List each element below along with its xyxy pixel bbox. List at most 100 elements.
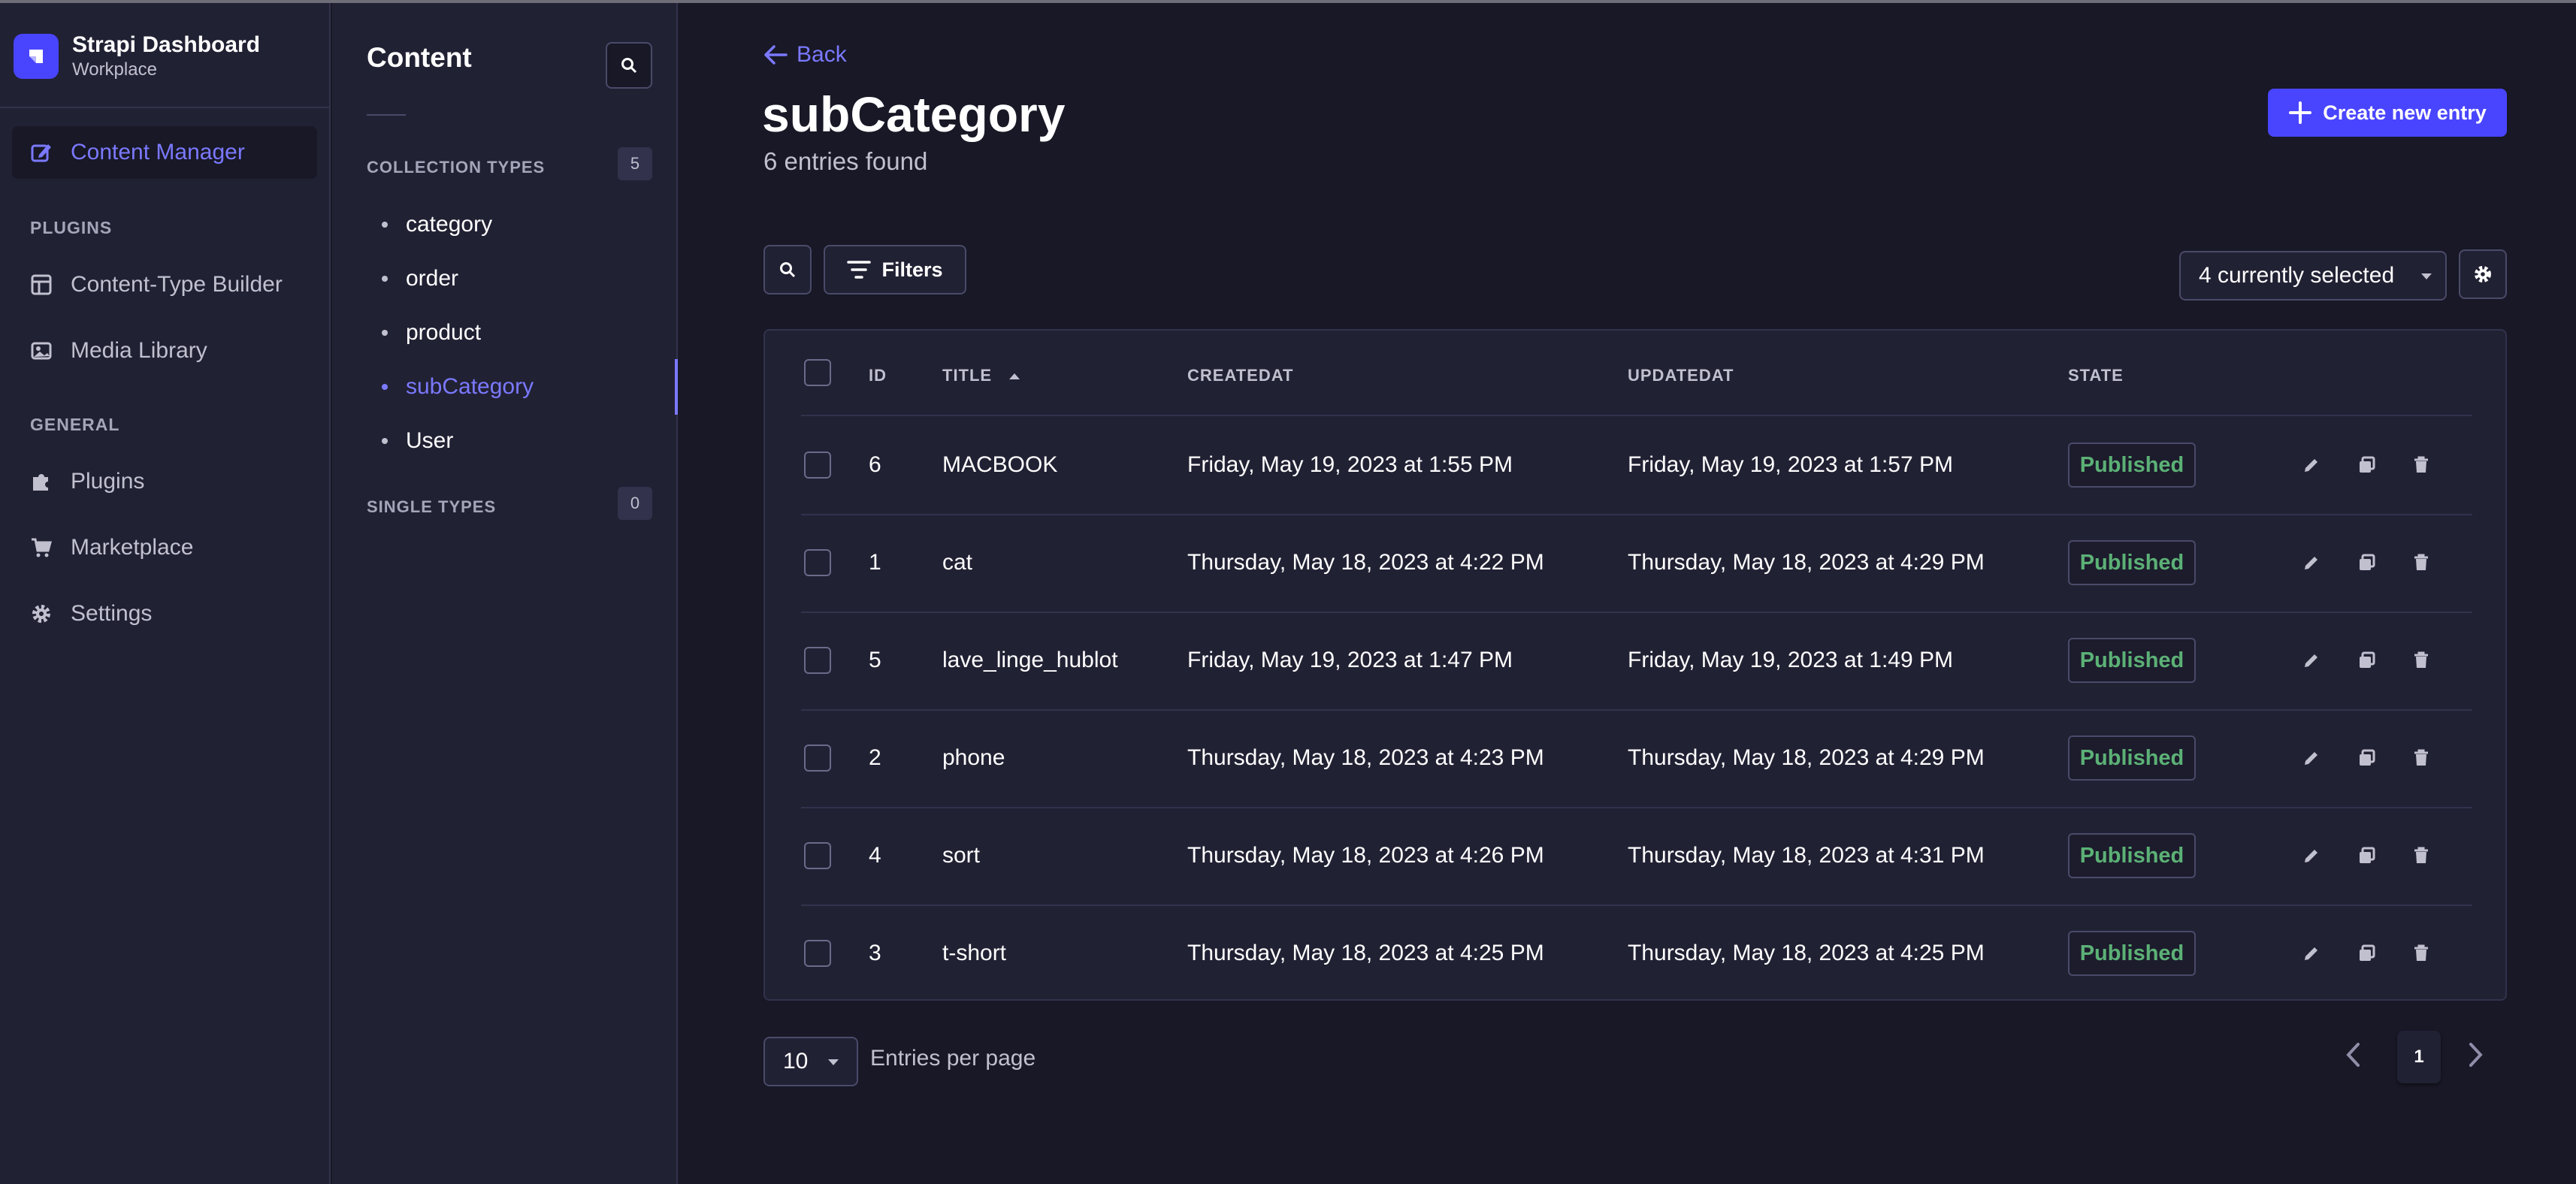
cell-createdat: Thursday, May 18, 2023 at 4:22 PM	[1187, 550, 1544, 575]
status-badge: Published	[2068, 735, 2196, 781]
nav-item-settings[interactable]: Settings	[12, 587, 317, 640]
back-link[interactable]: Back	[763, 42, 847, 68]
plus-icon	[2289, 101, 2312, 124]
duplicate-icon[interactable]	[2354, 647, 2381, 674]
content-subnav: Content COLLECTION TYPES 5 category orde…	[332, 3, 678, 1184]
nav-item-marketplace[interactable]: Marketplace	[12, 521, 317, 574]
brand[interactable]: Strapi Dashboard Workplace	[14, 32, 260, 81]
cell-id: 1	[869, 550, 881, 575]
row-divider	[801, 905, 2472, 906]
entries-count: 6 entries found	[763, 147, 928, 175]
nav-item-content-manager[interactable]: Content Manager	[12, 126, 317, 179]
cell-title: MACBOOK	[942, 452, 1058, 477]
page-number-button[interactable]: 1	[2397, 1031, 2441, 1083]
status-badge: Published	[2068, 638, 2196, 683]
subnav-divider	[367, 114, 406, 116]
pencil-note-icon	[29, 140, 54, 165]
column-header-createdat[interactable]: CREATEDAT	[1187, 366, 1293, 385]
row-divider	[801, 612, 2472, 613]
row-divider	[801, 807, 2472, 808]
cell-id: 4	[869, 843, 881, 868]
subnav-item-category[interactable]: category	[382, 212, 492, 237]
bullet-icon	[382, 330, 388, 336]
edit-icon[interactable]	[2298, 549, 2325, 576]
duplicate-icon[interactable]	[2354, 452, 2381, 479]
duplicate-icon[interactable]	[2354, 940, 2381, 967]
row-checkbox[interactable]	[804, 842, 831, 869]
column-header-id[interactable]: ID	[869, 366, 887, 385]
cart-icon	[29, 535, 54, 560]
chevron-down-icon	[828, 1059, 839, 1065]
subnav-item-label: subCategory	[406, 374, 534, 399]
nav-divider	[0, 107, 329, 108]
edit-icon[interactable]	[2298, 647, 2325, 674]
duplicate-icon[interactable]	[2354, 745, 2381, 772]
bullet-icon	[382, 384, 388, 390]
active-indicator	[675, 359, 678, 415]
subnav-item-order[interactable]: order	[382, 266, 458, 291]
cell-id: 6	[869, 452, 881, 477]
row-checkbox[interactable]	[804, 745, 831, 772]
column-header-state[interactable]: STATE	[2068, 366, 2124, 385]
edit-icon[interactable]	[2298, 940, 2325, 967]
layout-icon	[29, 272, 54, 298]
cell-title: sort	[942, 843, 981, 868]
row-checkbox[interactable]	[804, 452, 831, 479]
columns-select[interactable]: 4 currently selected	[2179, 251, 2447, 301]
trash-icon[interactable]	[2408, 647, 2435, 674]
chevron-right-icon	[2469, 1043, 2483, 1067]
subnav-search-button[interactable]	[606, 42, 652, 89]
per-page-label: Entries per page	[870, 1046, 1036, 1071]
table-search-button[interactable]	[763, 245, 812, 294]
duplicate-icon[interactable]	[2354, 549, 2381, 576]
cell-updatedat: Thursday, May 18, 2023 at 4:25 PM	[1628, 941, 1985, 965]
page-title: subCategory	[762, 86, 1066, 142]
subnav-item-user[interactable]: User	[382, 428, 453, 454]
row-checkbox[interactable]	[804, 647, 831, 674]
table-settings-button[interactable]	[2459, 249, 2507, 299]
trash-icon[interactable]	[2408, 842, 2435, 869]
trash-icon[interactable]	[2408, 452, 2435, 479]
create-new-entry-button[interactable]: Create new entry	[2268, 89, 2507, 137]
filters-button[interactable]: Filters	[824, 245, 966, 294]
edit-icon[interactable]	[2298, 452, 2325, 479]
gear-icon	[29, 601, 54, 627]
cell-createdat: Thursday, May 18, 2023 at 4:25 PM	[1187, 941, 1544, 965]
brand-subtitle: Workplace	[72, 59, 157, 80]
subnav-item-label: category	[406, 212, 493, 237]
trash-icon[interactable]	[2408, 549, 2435, 576]
entries-per-page-select[interactable]: 10	[763, 1037, 858, 1086]
nav-item-label: Plugins	[71, 469, 145, 494]
cell-updatedat: Thursday, May 18, 2023 at 4:29 PM	[1628, 745, 1985, 770]
chevron-left-icon	[2346, 1043, 2360, 1067]
select-all-checkbox[interactable]	[804, 359, 831, 386]
cell-title: lave_linge_hublot	[942, 648, 1118, 672]
column-header-updatedat[interactable]: UPDATEDAT	[1628, 366, 1734, 385]
cell-updatedat: Friday, May 19, 2023 at 1:57 PM	[1628, 452, 1953, 477]
subnav-item-label: order	[406, 266, 459, 291]
trash-icon[interactable]	[2408, 745, 2435, 772]
arrow-left-icon	[764, 45, 788, 65]
nav-item-plugins[interactable]: Plugins	[12, 455, 317, 508]
next-page-button[interactable]	[2466, 1041, 2484, 1072]
subnav-item-product[interactable]: product	[382, 320, 481, 346]
status-badge: Published	[2068, 442, 2196, 488]
trash-icon[interactable]	[2408, 940, 2435, 967]
row-checkbox[interactable]	[804, 940, 831, 967]
edit-icon[interactable]	[2298, 745, 2325, 772]
nav-section-general: GENERAL	[30, 415, 120, 434]
subnav-item-subcategory[interactable]: subCategory	[382, 374, 534, 400]
nav-item-media-library[interactable]: Media Library	[12, 325, 317, 377]
nav-item-content-type-builder[interactable]: Content-Type Builder	[12, 258, 317, 311]
cell-createdat: Thursday, May 18, 2023 at 4:23 PM	[1187, 745, 1544, 770]
row-checkbox[interactable]	[804, 549, 831, 576]
brand-title: Strapi Dashboard	[72, 32, 261, 57]
nav-item-label: Content Manager	[71, 140, 245, 165]
duplicate-icon[interactable]	[2354, 842, 2381, 869]
chevron-down-icon	[2421, 273, 2432, 279]
subnav-item-label: product	[406, 320, 482, 345]
edit-icon[interactable]	[2298, 842, 2325, 869]
previous-page-button[interactable]	[2345, 1041, 2363, 1072]
main-navigation: Strapi Dashboard Workplace Content Manag…	[0, 3, 331, 1184]
column-header-title[interactable]: TITLE	[942, 366, 1021, 385]
